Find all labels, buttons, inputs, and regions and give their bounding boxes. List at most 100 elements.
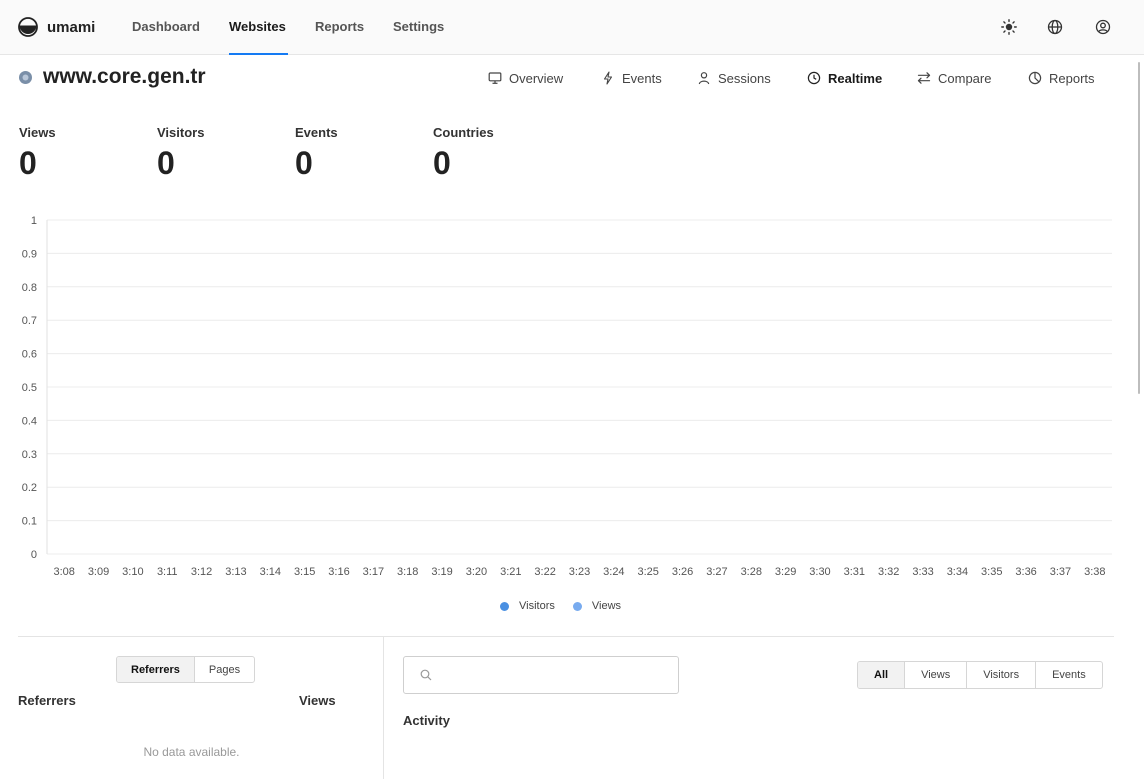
metric-events: Events 0 [295, 125, 338, 180]
x-tick-label: 3:28 [741, 566, 762, 578]
x-tick-label: 3:36 [1015, 566, 1036, 578]
chart-legend: Visitors Views [500, 600, 621, 612]
x-tick-label: 3:35 [981, 566, 1002, 578]
pie-icon [1028, 71, 1042, 85]
metric-value: 0 [433, 145, 451, 181]
toggle-pages[interactable]: Pages [193, 657, 254, 682]
activity-filter-group: All Views Visitors Events [857, 661, 1103, 689]
metric-value: 0 [157, 145, 175, 181]
bolt-icon [603, 71, 613, 85]
x-tick-label: 3:34 [947, 566, 968, 578]
nav-settings[interactable]: Settings [393, 19, 444, 34]
metric-value: 0 [19, 145, 37, 181]
x-tick-label: 3:38 [1084, 566, 1105, 578]
x-tick-label: 3:31 [844, 566, 865, 578]
y-tick-label: 0.2 [22, 482, 37, 494]
metric-visitors: Visitors 0 [157, 125, 204, 180]
umami-logo-icon [18, 17, 38, 37]
nav-websites[interactable]: Websites [229, 19, 286, 34]
x-tick-label: 3:15 [294, 566, 315, 578]
x-tick-label: 3:12 [191, 566, 212, 578]
page-scrollbar[interactable] [1138, 62, 1140, 394]
metric-label: Visitors [157, 125, 205, 140]
referrers-pages-toggle: Referrers Pages [116, 656, 256, 683]
x-tick-label: 3:30 [809, 566, 830, 578]
legend-label-views: Views [591, 600, 622, 612]
x-tick-label: 3:18 [397, 566, 418, 578]
empty-state: No data available. [143, 745, 240, 759]
legend-label-visitors: Visitors [519, 600, 555, 612]
x-tick-label: 3:11 [157, 566, 178, 578]
x-tick-label: 3:32 [878, 566, 899, 578]
y-tick-label: 0.4 [22, 415, 37, 427]
clock-icon [807, 71, 821, 85]
tab-sessions[interactable]: Sessions [697, 69, 771, 87]
y-tick-label: 0.6 [22, 349, 37, 361]
tab-overview[interactable]: Overview [488, 69, 563, 87]
search-icon [420, 669, 432, 681]
filter-views[interactable]: Views [904, 662, 966, 688]
x-tick-label: 3:26 [672, 566, 693, 578]
tab-reports-label: Reports [1049, 70, 1095, 86]
tab-overview-label: Overview [509, 70, 564, 86]
x-tick-label: 3:17 [363, 566, 384, 578]
y-tick-label: 0.3 [22, 449, 37, 461]
filter-events[interactable]: Events [1035, 662, 1102, 688]
top-navigation: umami Dashboard Websites Reports Setting… [0, 0, 1144, 55]
y-tick-label: 0 [31, 549, 37, 561]
activity-search[interactable] [403, 656, 679, 694]
referrers-column-header: Referrers [18, 693, 76, 708]
arrows-icon [917, 72, 931, 84]
x-tick-label: 3:13 [225, 566, 246, 578]
tab-reports[interactable]: Reports [1028, 69, 1095, 87]
website-header: www.core.gen.tr [18, 62, 206, 92]
column-divider [383, 637, 384, 779]
website-favicon-icon [19, 70, 32, 84]
x-tick-label: 3:37 [1050, 566, 1071, 578]
tab-realtime-label: Realtime [828, 70, 883, 86]
filter-all[interactable]: All [858, 662, 905, 688]
tab-events[interactable]: Events [601, 69, 662, 87]
y-tick-label: 0.5 [22, 382, 37, 394]
nav-reports[interactable]: Reports [315, 19, 364, 34]
nav-dashboard[interactable]: Dashboard [132, 19, 200, 34]
profile-icon[interactable] [1094, 18, 1112, 36]
y-tick-label: 1 [31, 215, 37, 227]
toggle-referrers[interactable]: Referrers [117, 657, 194, 682]
x-tick-label: 3:22 [534, 566, 555, 578]
views-column-header: Views [299, 693, 336, 708]
brand[interactable]: umami [18, 16, 95, 38]
x-tick-label: 3:19 [431, 566, 452, 578]
tab-compare[interactable]: Compare [917, 69, 991, 87]
x-tick-label: 3:23 [569, 566, 590, 578]
x-tick-label: 3:27 [706, 566, 727, 578]
legend-dot-visitors [500, 601, 509, 611]
tab-compare-label: Compare [938, 70, 992, 86]
legend-item-visitors[interactable]: Visitors [500, 600, 555, 612]
tab-realtime[interactable]: Realtime [807, 69, 882, 87]
x-tick-label: 3:20 [466, 566, 487, 578]
tab-events-label: Events [622, 70, 662, 86]
user-icon [698, 72, 710, 85]
metric-views: Views 0 [19, 125, 56, 180]
x-tick-label: 3:10 [122, 566, 143, 578]
sun-icon[interactable] [1000, 18, 1018, 36]
section-divider [18, 636, 1114, 637]
x-tick-label: 3:09 [88, 566, 109, 578]
legend-item-views[interactable]: Views [572, 600, 622, 612]
metric-value: 0 [295, 145, 313, 181]
x-tick-label: 3:14 [260, 566, 281, 578]
filter-visitors[interactable]: Visitors [966, 662, 1035, 688]
globe-icon[interactable] [1046, 18, 1064, 36]
x-tick-label: 3:25 [637, 566, 658, 578]
website-title: www.core.gen.tr [43, 65, 206, 88]
x-tick-label: 3:16 [328, 566, 349, 578]
tab-sessions-label: Sessions [718, 70, 771, 86]
realtime-chart: 0 0.1 0.2 0.3 0.4 0.5 0.6 0.7 0.8 0.9 1 3:08 3:09 3:1… [22, 215, 1112, 578]
metric-countries: Countries 0 [433, 125, 494, 180]
x-tick-label: 3:33 [912, 566, 933, 578]
y-tick-label: 0.1 [22, 516, 37, 528]
brand-name: umami [47, 18, 96, 36]
y-tick-label: 0.9 [22, 248, 37, 260]
search-input[interactable] [440, 668, 660, 682]
